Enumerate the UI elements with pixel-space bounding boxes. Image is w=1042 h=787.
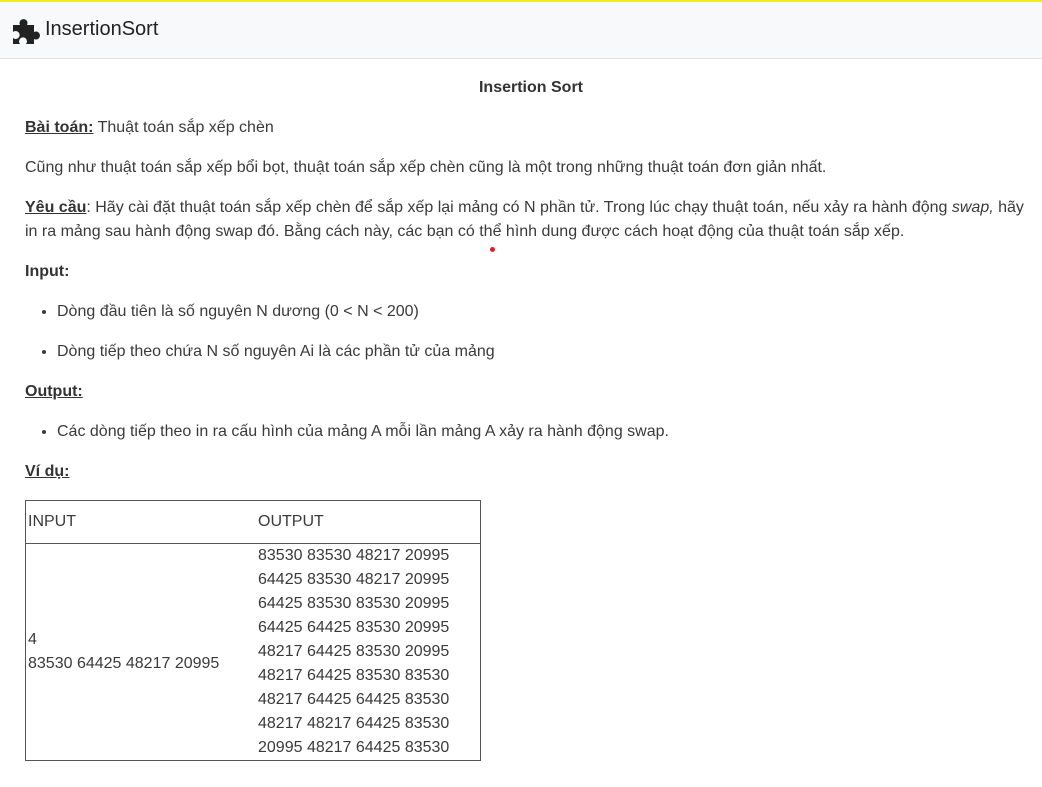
- brand-name: InsertionSort: [45, 18, 159, 40]
- header-input: INPUT: [25, 500, 258, 544]
- output-line: 83530 83530 48217 20995: [258, 547, 450, 564]
- brand-link[interactable]: InsertionSort: [11, 14, 158, 44]
- navbar: InsertionSort: [0, 2, 1042, 59]
- output-heading: Output:: [25, 380, 1037, 404]
- table-row: 4 83530 64425 48217 20995 83530 83530 48…: [26, 544, 481, 761]
- output-line: 64425 83530 83530 20995: [258, 595, 450, 612]
- requirement-text-1: : Hãy cài đặt thuật toán sắp xếp chèn để…: [86, 199, 952, 216]
- requirement-label: Yêu cầu: [25, 199, 87, 216]
- output-line: 48217 48217 64425 83530: [258, 715, 450, 732]
- output-line: 20995 48217 64425 83530: [258, 739, 450, 756]
- list-item: Dòng đầu tiên là số nguyên N dương (0 < …: [57, 300, 1037, 324]
- input-heading: Input:: [25, 260, 1037, 284]
- list-item: Các dòng tiếp theo in ra cấu hình của mả…: [57, 420, 1037, 444]
- example-label: Ví dụ:: [25, 463, 70, 480]
- requirement-swap: swap,: [951, 199, 994, 216]
- list-item: Dòng tiếp theo chứa N số nguyên Ai là cá…: [57, 340, 1037, 364]
- example-heading: Ví dụ:: [25, 460, 1037, 484]
- input-list: Dòng đầu tiên là số nguyên N dương (0 < …: [25, 300, 1037, 364]
- output-line: 48217 64425 83530 83530: [258, 667, 450, 684]
- output-line: 48217 64425 64425 83530: [258, 691, 450, 708]
- output-cell: 83530 83530 48217 20995 64425 83530 4821…: [258, 544, 481, 761]
- input-cell: 4 83530 64425 48217 20995: [26, 544, 259, 761]
- page-title: Insertion Sort: [478, 79, 583, 96]
- requirement-paragraph: Yêu cầu: Hãy cài đặt thuật toán sắp xếp …: [25, 196, 1037, 244]
- input-line: 83530 64425 48217 20995: [28, 655, 220, 672]
- output-line: 64425 64425 83530 20995: [258, 619, 450, 636]
- input-line: 4: [28, 631, 37, 648]
- problem-text: Thuật toán sắp xếp chèn: [93, 119, 274, 136]
- problem-statement: Bài toán: Thuật toán sắp xếp chèn: [25, 116, 1037, 140]
- problem-content: Insertion Sort Bài toán: Thuật toán sắp …: [25, 60, 1037, 761]
- table-header-row: INPUT OUTPUT: [25, 500, 481, 544]
- output-line: 64425 83530 48217 20995: [258, 571, 450, 588]
- input-label: Input:: [25, 263, 70, 280]
- intro-paragraph: Cũng như thuật toán sắp xếp bổi bọt, thu…: [25, 159, 827, 176]
- problem-label: Bài toán:: [25, 119, 94, 136]
- output-line: 48217 64425 83530 20995: [258, 643, 450, 660]
- puzzle-icon: [11, 14, 43, 44]
- example-table: INPUT OUTPUT 4 83530 64425 48217 20995 8…: [25, 500, 481, 761]
- header-output: OUTPUT: [258, 500, 481, 544]
- output-label: Output:: [25, 383, 83, 400]
- output-list: Các dòng tiếp theo in ra cấu hình của mả…: [25, 420, 1037, 444]
